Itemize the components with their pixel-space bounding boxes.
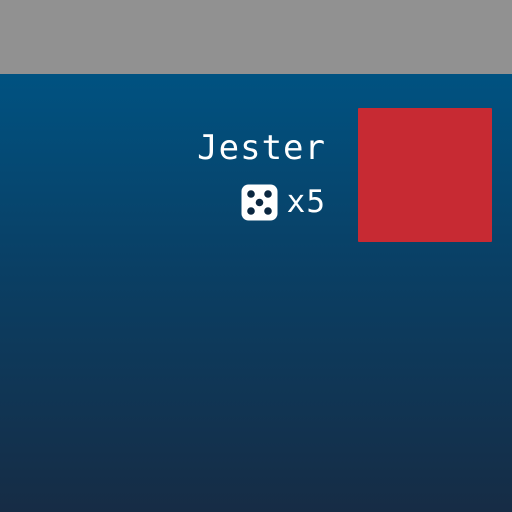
dice-row: x5 [240, 180, 326, 224]
dice-icon [241, 184, 278, 220]
game-screen: Jester x5 [0, 0, 512, 512]
player-name: Jester [197, 128, 326, 168]
player-panel: Jester x5 [0, 74, 512, 512]
dice-count: x5 [286, 184, 326, 220]
top-bar [0, 0, 512, 74]
player-avatar[interactable] [358, 108, 492, 242]
player-card[interactable]: Jester x5 [192, 108, 492, 242]
